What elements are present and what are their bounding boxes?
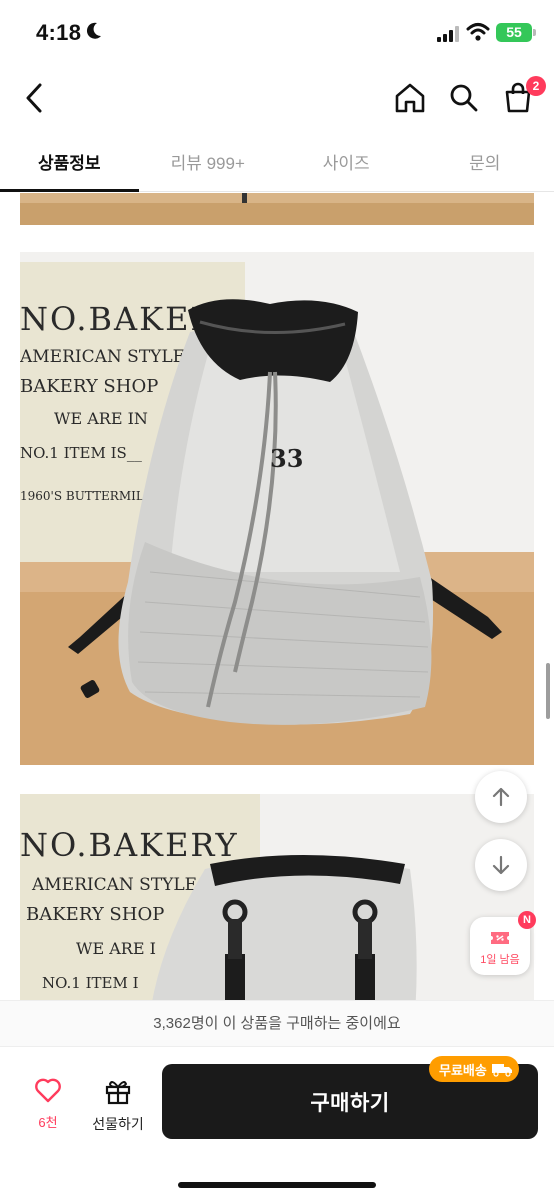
- sign-line: NO.1 ITEM I: [42, 974, 139, 992]
- purchasing-now-notice: 3,362명이 이 상품을 구매하는 중이에요: [0, 1000, 554, 1046]
- tab-product-info[interactable]: 상품정보: [0, 132, 139, 192]
- tab-size[interactable]: 사이즈: [277, 132, 416, 191]
- sign-line: WE ARE IN: [54, 409, 148, 428]
- coupon-icon: [491, 932, 509, 944]
- product-detail-content[interactable]: NO.BAKERY AMERICAN STYLE BAKERY SHOP WE …: [0, 193, 554, 1005]
- scrollbar[interactable]: [546, 663, 550, 719]
- sign-line: AMERICAN STYLE: [31, 875, 197, 895]
- sign-line: BAKERY SHOP: [20, 376, 158, 397]
- product-tabs: 상품정보 리뷰 999+ 사이즈 문의: [0, 132, 554, 192]
- cart-count-badge: 2: [526, 76, 546, 96]
- product-photo-partial-top: [20, 193, 534, 225]
- sign-line: BAKERY SHOP: [26, 904, 164, 925]
- coupon-button[interactable]: 1일 남음 N: [470, 911, 536, 975]
- arrow-up-icon: [492, 787, 510, 807]
- truck-icon: [491, 1064, 512, 1077]
- chevron-left-icon: [26, 83, 42, 113]
- sign-line: NO.BAKERY: [20, 826, 239, 864]
- tab-inquiry[interactable]: 문의: [416, 132, 554, 191]
- arrow-down-icon: [492, 855, 510, 875]
- gift-icon: [105, 1081, 131, 1105]
- signal-icon: [437, 26, 459, 42]
- product-photo-backpack-back: NO.BAKERY AMERICAN STYLE BAKERY SHOP WE …: [20, 794, 534, 1005]
- coupon-label: 1일 남음: [480, 954, 520, 966]
- gift-label: 선물하기: [92, 1116, 144, 1132]
- search-button[interactable]: [444, 78, 484, 118]
- home-button[interactable]: [390, 78, 430, 118]
- status-bar: 4:18 55: [0, 0, 554, 66]
- gift-button[interactable]: 선물하기: [86, 1077, 150, 1137]
- like-button[interactable]: 6천: [26, 1077, 70, 1137]
- home-icon: [395, 83, 425, 113]
- tab-reviews[interactable]: 리뷰 999+: [139, 132, 278, 191]
- sign-line: AMERICAN STYLE: [20, 347, 185, 367]
- free-shipping-label: 무료배송: [439, 1062, 487, 1078]
- top-navigation: [0, 66, 554, 132]
- scroll-up-button[interactable]: [475, 771, 527, 823]
- new-badge: N: [518, 911, 536, 929]
- scroll-down-button[interactable]: [475, 839, 527, 891]
- back-button[interactable]: [14, 78, 54, 118]
- wifi-icon: [466, 23, 490, 41]
- sign-line: WE ARE I: [76, 939, 156, 958]
- heart-icon: [35, 1078, 61, 1103]
- product-photo-backpack-front: NO.BAKERY AMERICAN STYLE BAKERY SHOP WE …: [20, 252, 534, 765]
- sign-line: NO.1 ITEM IS__: [20, 444, 142, 462]
- moon-icon: [86, 22, 101, 39]
- free-shipping-badge: 무료배송: [429, 1056, 519, 1082]
- home-indicator[interactable]: [178, 1182, 376, 1188]
- sign-line: 1960'S BUTTERMILK: [20, 489, 154, 503]
- status-time: 4:18: [36, 20, 82, 45]
- search-icon: [450, 84, 478, 112]
- like-count: 6천: [38, 1115, 58, 1130]
- battery-indicator: 55: [496, 23, 536, 42]
- bag-logo: 33: [270, 444, 303, 473]
